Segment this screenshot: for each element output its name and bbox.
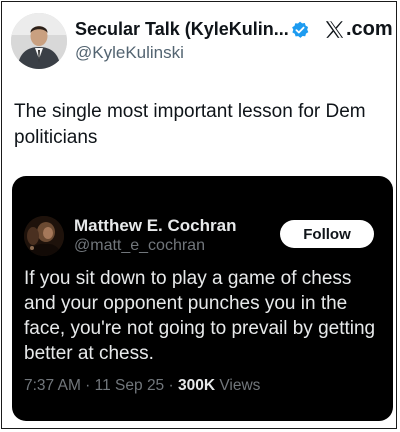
display-name[interactable]: Secular Talk (KyleKulin... (75, 19, 289, 40)
quoted-display-name[interactable]: Matthew E. Cochran (74, 216, 236, 236)
verified-badge-icon (292, 21, 309, 38)
x-logo-icon (325, 21, 344, 38)
quoted-post-card[interactable]: Matthew E. Cochran @matt_e_cochran Follo… (12, 176, 393, 421)
x-brand: .com (324, 18, 393, 41)
avatar-photo (11, 13, 67, 69)
quoted-handle[interactable]: @matt_e_cochran (74, 237, 205, 255)
follow-button[interactable]: Follow (280, 220, 374, 248)
post-date[interactable]: 11 Sep 25 (95, 377, 165, 394)
meta-separator: · (80, 377, 95, 394)
quoted-post-text: If you sit down to play a game of chess … (24, 268, 376, 364)
quoted-avatar-photo (24, 216, 64, 256)
views-label: Views (215, 377, 261, 394)
avatar[interactable] (11, 13, 67, 69)
brand-text: .com (346, 18, 393, 40)
meta-separator: · (164, 377, 178, 394)
screenshot-frame: Secular Talk (KyleKulin... .com @KyleKul… (1, 1, 397, 429)
tweet-text: The single most important lesson for Dem… (14, 101, 366, 148)
handle[interactable]: @KyleKulinski (75, 43, 184, 63)
post-meta: 7:37 AM · 11 Sep 25 · 300K Views (24, 377, 260, 395)
views-count: 300K (177, 377, 216, 394)
quoted-avatar[interactable] (24, 216, 64, 256)
post-time[interactable]: 7:37 AM (24, 377, 81, 394)
